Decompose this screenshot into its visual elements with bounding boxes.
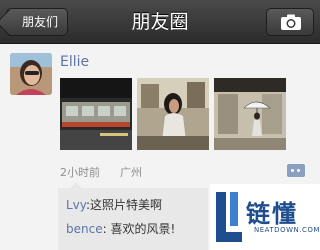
- comment-text: :这照片特美啊: [86, 198, 163, 212]
- avatar[interactable]: [10, 53, 52, 95]
- watermark-name: 链懂: [246, 200, 298, 228]
- watermark-logo: 链懂 NEATDOWN.COM: [210, 184, 320, 250]
- post-location[interactable]: 广州: [120, 164, 142, 180]
- camera-button[interactable]: [266, 8, 314, 36]
- camera-icon: [281, 14, 301, 30]
- watermark-domain: NEATDOWN.COM: [254, 226, 320, 234]
- comment-author[interactable]: bence: [66, 222, 103, 236]
- watermark-mark-icon: [216, 192, 242, 242]
- post-username[interactable]: Ellie: [60, 54, 89, 70]
- comment-icon[interactable]: [287, 164, 305, 177]
- post-photo[interactable]: [60, 78, 132, 150]
- comment-text: : 喜欢的风景!: [102, 222, 176, 236]
- comment-item[interactable]: Lvy:这照片特美啊: [66, 196, 162, 213]
- post-photo[interactable]: [214, 78, 286, 150]
- post-photo[interactable]: [137, 78, 209, 150]
- comment-author[interactable]: Lvy: [66, 198, 86, 212]
- comment-item[interactable]: bence: 喜欢的风景!: [66, 220, 175, 237]
- comments-box: Lvy:这照片特美啊 bence: 喜欢的风景!: [58, 182, 208, 250]
- post-time: 2小时前: [60, 166, 100, 179]
- navigation-bar: 朋友们 朋友圈: [0, 0, 320, 44]
